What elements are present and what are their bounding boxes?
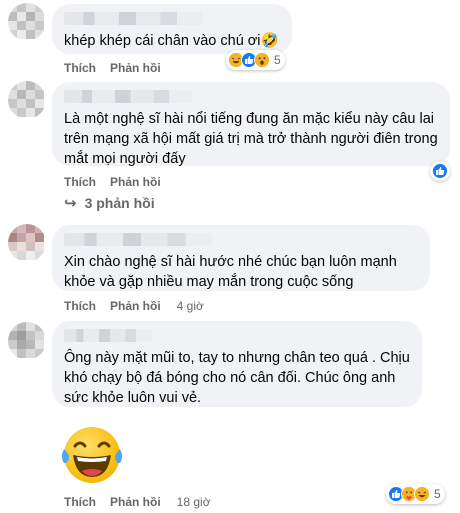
comment-bubble: khép khép cái chân vào chú ơi🤣 xyxy=(52,4,292,54)
reaction-summary[interactable]: 5 xyxy=(386,484,445,504)
reply-link[interactable]: Phản hồi xyxy=(110,495,161,509)
reaction-summary[interactable] xyxy=(430,161,450,181)
replies-count-label[interactable]: 3 phản hồi xyxy=(85,195,155,211)
laughing-tears-emoji xyxy=(62,427,122,483)
commenter-name-redacted[interactable] xyxy=(64,90,192,103)
reply-arrow-icon: ↪ xyxy=(64,195,77,212)
comment-text: khép khép cái chân vào chú ơi🤣 xyxy=(64,33,279,49)
like-reaction-icon xyxy=(432,163,448,179)
comment-bubble: Là một nghệ sĩ hài nổi tiếng đung ăn mặc… xyxy=(52,82,450,167)
avatar[interactable] xyxy=(8,3,46,41)
haha-reaction-icon xyxy=(414,486,430,502)
comment-actions: Thích Phản hồi xyxy=(64,175,175,189)
reply-link[interactable]: Phản hồi xyxy=(110,61,161,75)
like-link[interactable]: Thích xyxy=(64,61,96,75)
like-link[interactable]: Thích xyxy=(64,175,96,189)
commenter-name-redacted[interactable] xyxy=(64,233,212,246)
reaction-count: 5 xyxy=(274,53,281,67)
reaction-summary[interactable]: 5 xyxy=(226,50,285,70)
like-link[interactable]: Thích xyxy=(64,299,96,313)
avatar[interactable] xyxy=(8,322,46,360)
comment-actions: Thích Phản hồi 4 giờ xyxy=(64,299,218,313)
commenter-name-redacted[interactable] xyxy=(64,329,152,342)
wow-reaction-icon xyxy=(254,52,270,68)
comment-bubble: Xin chào nghệ sĩ hài hước nhé chúc bạn l… xyxy=(52,225,430,291)
like-link[interactable]: Thích xyxy=(64,495,96,509)
reply-link[interactable]: Phản hồi xyxy=(110,299,161,313)
comment-bubble: Ông này mặt mũi to, tay to nhưng chân te… xyxy=(52,321,422,407)
comment-timestamp[interactable]: 18 giờ xyxy=(177,495,211,509)
reaction-count: 5 xyxy=(434,487,441,501)
comment-text: Là một nghệ sĩ hài nổi tiếng đung ăn mặc… xyxy=(64,111,438,167)
comment-timestamp[interactable]: 4 giờ xyxy=(177,299,204,313)
reply-link[interactable]: Phản hồi xyxy=(110,175,161,189)
avatar[interactable] xyxy=(8,81,46,119)
avatar[interactable] xyxy=(8,224,46,262)
comment-text: Ông này mặt mũi to, tay to nhưng chân te… xyxy=(64,350,410,406)
commenter-name-redacted[interactable] xyxy=(64,12,202,25)
comment-text: Xin chào nghệ sĩ hài hước nhé chúc bạn l… xyxy=(64,254,397,290)
comment-actions: Thích Phản hồi xyxy=(64,61,175,75)
comment-actions: Thích Phản hồi 18 giờ xyxy=(64,495,225,509)
view-replies-link[interactable]: ↪ 3 phản hồi xyxy=(64,194,155,212)
